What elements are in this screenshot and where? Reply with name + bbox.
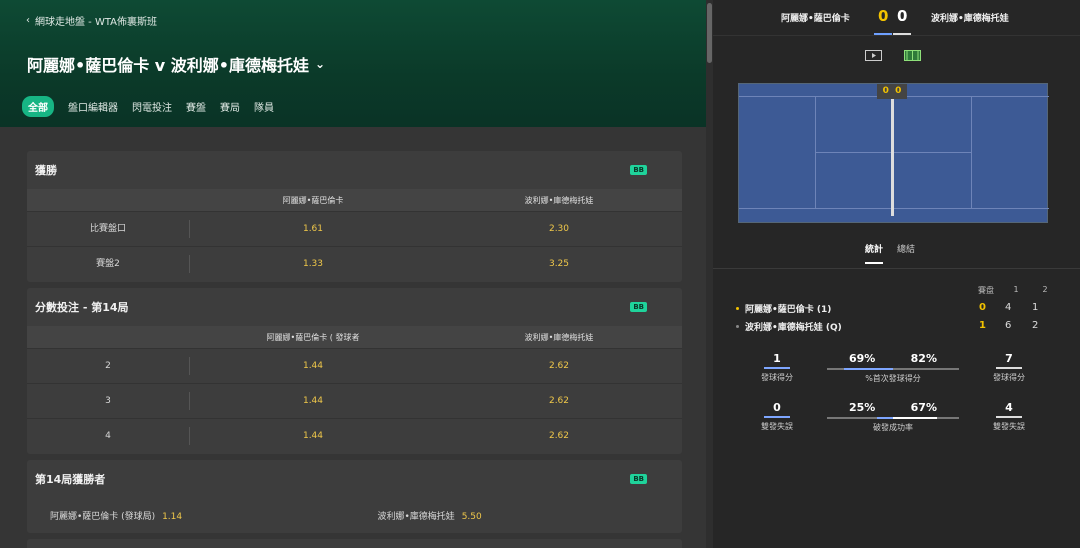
column-headers: 阿麗娜•薩巴倫卡 ( 發球者 波利娜•庫德梅托娃 [27, 326, 682, 348]
set-header: 賽盘 1 2 [978, 285, 1048, 295]
col-player-a: 阿麗娜•薩巴倫卡 ( 發球者 [266, 332, 360, 342]
player-a-score: 0 [878, 7, 889, 25]
court-net [891, 98, 894, 216]
game-winner-row: 阿麗娜•薩巴倫卡 (發球局) 1.14 波利娜•庫德梅托娃 5.50 [27, 498, 682, 533]
scrollbar[interactable] [706, 0, 713, 548]
tab-games[interactable]: 賽局 [220, 99, 240, 114]
set1-a: 4 [1005, 302, 1012, 313]
selection-label: 阿麗娜•薩巴倫卡 (發球局) [50, 512, 156, 522]
row-label: 3 [27, 392, 190, 410]
card-title: 第14局獲勝者 [35, 473, 106, 486]
tab-summary[interactable]: 總結 [897, 242, 915, 264]
current-game-b: 1 [979, 320, 986, 331]
bet-builder-badge: BB [630, 474, 647, 484]
current-game-a: 0 [979, 302, 986, 313]
row-label: 比賽盤口 [27, 220, 190, 238]
odds-value: 1.14 [162, 512, 183, 522]
tab-players[interactable]: 隊員 [254, 99, 274, 114]
player-a-name: 阿麗娜•薩巴倫卡 [781, 14, 850, 24]
odds-button[interactable]: 1.33 [190, 259, 436, 269]
breadcrumb[interactable]: ‹ 網球走地盤 - WTA佈裏斯班 [26, 13, 157, 28]
col-player-a: 阿麗娜•薩巴倫卡 [282, 195, 344, 205]
chevron-left-icon: ‹ [26, 15, 30, 26]
tennis-court: 0 0 [738, 83, 1049, 223]
score-underline [874, 33, 892, 35]
row-label: 賽盤2 [27, 255, 190, 273]
player-dot-icon [736, 325, 739, 328]
table-row: 3 1.44 2.62 [27, 383, 682, 418]
player-row-b: 波利娜•庫德梅托娃 (Q) [736, 320, 842, 333]
market-card-game-winner: 第14局獲勝者 BB 阿麗娜•薩巴倫卡 (發球局) 1.14 波利娜•庫德梅托娃… [27, 460, 682, 533]
set2-a: 1 [1032, 302, 1039, 313]
odds-button[interactable]: 2.62 [436, 431, 682, 441]
market-card-next [27, 539, 682, 548]
table-row: 比賽盤口 1.61 2.30 [27, 211, 682, 246]
court-view-icon[interactable] [904, 50, 921, 61]
serve-dot-icon [736, 307, 739, 310]
card-header[interactable]: 第14局獲勝者 BB [27, 460, 682, 498]
table-row: 賽盤2 1.33 3.25 [27, 246, 682, 281]
table-row: 2 1.44 2.62 [27, 348, 682, 383]
match-title-text: 阿麗娜•薩巴倫卡 v 波利娜•庫德梅托娃 [27, 56, 310, 75]
breadcrumb-text[interactable]: 網球走地盤 - WTA佈裏斯班 [35, 13, 157, 28]
match-header: ‹ 網球走地盤 - WTA佈裏斯班 阿麗娜•薩巴倫卡 v 波利娜•庫德梅托娃 ⌄… [0, 0, 706, 127]
odds-button[interactable]: 1.44 [190, 431, 436, 441]
stat-tabs: 統計 總結 [865, 242, 915, 264]
video-icon[interactable] [865, 50, 882, 61]
selection-label: 波利娜•庫德梅托娃 [377, 512, 455, 522]
odds-button[interactable]: 2.30 [436, 224, 682, 234]
card-title: 獲勝 [35, 164, 57, 177]
player-row-a: 阿麗娜•薩巴倫卡 (1) [736, 302, 831, 315]
tab-stats[interactable]: 統計 [865, 242, 884, 264]
first-serve-stat: 69% 82% %首次發球得分 [827, 352, 959, 384]
set1-b: 6 [1005, 320, 1012, 331]
market-card-point-score: 分數投注 - 第14局 BB 阿麗娜•薩巴倫卡 ( 發球者 波利娜•庫德梅托娃 … [27, 288, 682, 454]
column-headers: 阿麗娜•薩巴倫卡 波利娜•庫德梅托娃 [27, 189, 682, 211]
row-label: 2 [27, 357, 190, 375]
break-point-stat: 25% 67% 破發成功率 [827, 401, 959, 433]
page-title[interactable]: 阿麗娜•薩巴倫卡 v 波利娜•庫德梅托娃 ⌄ [27, 52, 325, 76]
player-name: 阿麗娜•薩巴倫卡 (1) [745, 305, 832, 315]
row-label: 4 [27, 427, 190, 445]
player-name: 波利娜•庫德梅托娃 (Q) [745, 323, 842, 333]
selection-b[interactable]: 波利娜•庫德梅托娃 5.50 [355, 509, 683, 522]
aces-b: 7 發球得分 [993, 352, 1025, 382]
odds-value: 5.50 [461, 512, 482, 522]
set2-b: 2 [1032, 320, 1039, 331]
bet-builder-badge: BB [630, 165, 647, 175]
bet-builder-badge: BB [630, 302, 647, 312]
chevron-down-icon: ⌄ [315, 57, 326, 71]
card-title: 分數投注 - 第14局 [35, 301, 129, 314]
table-row: 4 1.44 2.62 [27, 418, 682, 453]
double-faults-a: 0 雙發失誤 [761, 401, 793, 431]
selection-a[interactable]: 阿麗娜•薩巴倫卡 (發球局) 1.14 [27, 509, 355, 522]
score-header: 阿麗娜•薩巴倫卡 0 0 波利娜•庫德梅托娃 [713, 0, 1080, 36]
double-faults-b: 4 雙發失誤 [993, 401, 1025, 431]
aces-a: 1 發球得分 [761, 352, 793, 382]
card-header[interactable]: 分數投注 - 第14局 BB [27, 288, 682, 326]
odds-button[interactable]: 2.62 [436, 361, 682, 371]
player-b-score: 0 [897, 7, 908, 25]
player-b-name: 波利娜•庫德梅托娃 [931, 14, 1009, 24]
odds-button[interactable]: 1.44 [190, 361, 436, 371]
card-header[interactable]: 獲勝 BB [27, 151, 682, 189]
col-player-b: 波利娜•庫德梅托娃 [524, 195, 594, 205]
tab-flash-bet[interactable]: 閃電投注 [132, 99, 172, 114]
market-card-winner: 獲勝 BB 阿麗娜•薩巴倫卡 波利娜•庫德梅托娃 比賽盤口 1.61 2.30 … [27, 151, 682, 282]
score-underline [893, 33, 911, 35]
col-player-b: 波利娜•庫德梅托娃 [524, 332, 594, 342]
markets-panel: ‹ 網球走地盤 - WTA佈裏斯班 阿麗娜•薩巴倫卡 v 波利娜•庫德梅托娃 ⌄… [0, 0, 706, 548]
odds-button[interactable]: 1.44 [190, 396, 436, 406]
odds-button[interactable]: 1.61 [190, 224, 436, 234]
tab-all[interactable]: 全部 [22, 96, 54, 117]
tab-sets[interactable]: 賽盤 [186, 99, 206, 114]
odds-button[interactable]: 3.25 [436, 259, 682, 269]
tab-bet-builder[interactable]: 盤口編輯器 [68, 99, 118, 114]
market-tabs: 全部 盤口編輯器 閃電投注 賽盤 賽局 隊員 [22, 96, 274, 117]
scrollbar-thumb[interactable] [707, 3, 712, 63]
court-score: 0 0 [877, 84, 907, 99]
odds-button[interactable]: 2.62 [436, 396, 682, 406]
scoreboard-panel: 阿麗娜•薩巴倫卡 0 0 波利娜•庫德梅托娃 0 0 統計 總結 賽盘 1 2 … [713, 0, 1080, 548]
view-switcher [865, 50, 921, 61]
